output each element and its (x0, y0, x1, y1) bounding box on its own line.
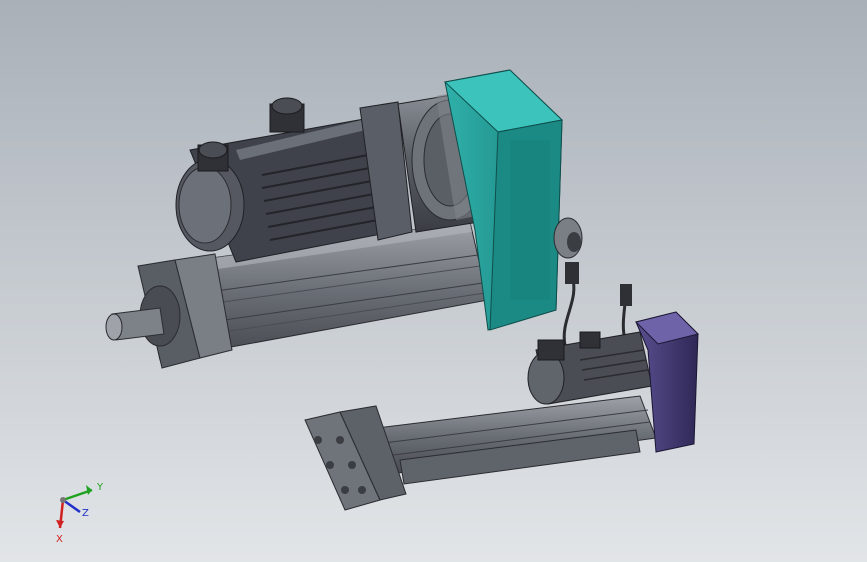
model-scene[interactable]: Y X Z (0, 0, 867, 562)
cad-viewport[interactable]: Y X Z (0, 0, 867, 562)
axis-x-label: X (56, 534, 63, 545)
axis-z-label: Z (82, 508, 89, 519)
large-mount-lug[interactable] (553, 217, 583, 259)
axis-y-label: Y (96, 482, 104, 493)
